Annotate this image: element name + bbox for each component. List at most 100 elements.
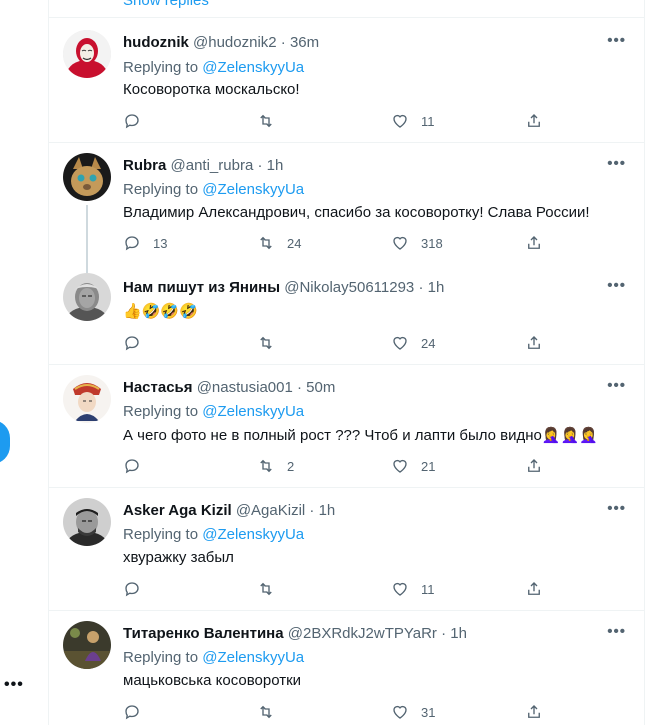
tweet-actions: 13 24 318 xyxy=(123,233,623,253)
tweet-actions: 11 xyxy=(123,111,623,131)
reply-button[interactable] xyxy=(123,702,153,722)
like-icon xyxy=(393,582,407,596)
timestamp[interactable]: 36m xyxy=(290,34,319,51)
replying-to: Replying to @ZelenskyyUa xyxy=(123,59,304,76)
timestamp[interactable]: 1h xyxy=(450,625,467,642)
more-icon[interactable]: ••• xyxy=(607,377,626,394)
reply-button[interactable] xyxy=(123,333,153,353)
timestamp[interactable]: 50m xyxy=(306,379,335,396)
dot-separator: · xyxy=(297,379,302,396)
avatar[interactable] xyxy=(63,273,111,321)
like-count: 31 xyxy=(421,704,436,720)
like-count: 24 xyxy=(421,335,436,351)
author-name[interactable]: hudoznik xyxy=(123,34,189,51)
more-icon[interactable]: ••• xyxy=(607,32,626,49)
retweet-icon xyxy=(260,582,272,596)
dot-separator: · xyxy=(257,157,263,174)
reply-icon xyxy=(125,459,139,474)
tweet-asker[interactable]: Asker Aga Kizil @AgaKizil · 1h ••• Reply… xyxy=(49,488,644,610)
tweet-actions: 31 xyxy=(123,702,623,722)
more-icon[interactable]: ••• xyxy=(607,155,626,172)
tweet-text: Владимир Александрович, спасибо за косов… xyxy=(123,204,590,221)
retweet-button[interactable]: 2 xyxy=(257,456,294,476)
author-name[interactable]: Титаренко Валентина xyxy=(123,625,284,642)
tweet-nam-pishut[interactable]: Нам пишут из Янины @Nikolay50611293 · 1h… xyxy=(49,265,644,365)
tweet-hudoznik[interactable]: hudoznik @hudoznik2 · 36m ••• Replying t… xyxy=(49,18,644,143)
author-name[interactable]: Нам пишут из Янины xyxy=(123,279,280,296)
reply-button[interactable] xyxy=(123,579,153,599)
share-icon xyxy=(528,114,540,127)
author-name[interactable]: Настасья xyxy=(123,379,193,396)
author-name[interactable]: Rubra xyxy=(123,157,166,174)
more-icon[interactable]: ••• xyxy=(607,500,626,517)
avatar[interactable] xyxy=(63,375,111,423)
share-button[interactable] xyxy=(525,456,543,476)
reply-button[interactable] xyxy=(123,456,153,476)
like-count: 11 xyxy=(421,113,435,129)
retweet-icon xyxy=(260,114,272,128)
author-handle[interactable]: @2BXRdkJ2wTPYaRr xyxy=(288,625,437,642)
like-button[interactable]: 24 xyxy=(391,333,435,353)
like-button[interactable]: 11 xyxy=(391,111,435,131)
author-handle[interactable]: @anti_rubra xyxy=(171,157,254,174)
tweet-nastasya[interactable]: Настасья @nastusia001 · 50m ••• Replying… xyxy=(49,365,644,487)
share-button[interactable] xyxy=(525,579,543,599)
share-button[interactable] xyxy=(525,702,543,722)
author-handle[interactable]: @hudoznik2 xyxy=(193,34,277,51)
like-button[interactable]: 318 xyxy=(391,233,443,253)
tweet-titarenko[interactable]: Титаренко Валентина @2BXRdkJ2wTPYaRr · 1… xyxy=(49,611,644,725)
avatar[interactable] xyxy=(63,498,111,546)
share-button[interactable] xyxy=(525,333,543,353)
more-icon[interactable]: ••• xyxy=(4,676,24,694)
avatar[interactable] xyxy=(63,30,111,78)
retweet-button[interactable] xyxy=(257,579,287,599)
replying-to-label: Replying to xyxy=(123,59,199,76)
like-button[interactable]: 21 xyxy=(391,456,435,476)
retweet-count: 24 xyxy=(287,235,302,251)
share-button[interactable] xyxy=(525,233,543,253)
replying-to-handle[interactable]: @ZelenskyyUa xyxy=(202,403,304,420)
reply-button[interactable] xyxy=(123,111,153,131)
retweet-button[interactable] xyxy=(257,111,287,131)
more-icon[interactable]: ••• xyxy=(607,623,626,640)
retweet-button[interactable]: 24 xyxy=(257,233,301,253)
timestamp[interactable]: 1h xyxy=(267,157,284,174)
author-handle[interactable]: @AgaKizil xyxy=(236,502,305,519)
tweet-actions: 11 xyxy=(123,579,623,599)
avatar[interactable] xyxy=(63,621,111,669)
timestamp[interactable]: 1h xyxy=(319,502,336,519)
thread-connector xyxy=(86,205,88,273)
replying-to-label: Replying to xyxy=(123,526,199,543)
tweet-text: мацьковська косоворотки xyxy=(123,672,302,689)
timestamp[interactable]: 1h xyxy=(428,279,445,296)
reply-timeline: Show replies hudoznik @hudoznik2 · 36m •… xyxy=(48,0,645,725)
share-icon xyxy=(528,705,540,718)
more-icon[interactable]: ••• xyxy=(607,277,626,294)
replying-to-handle[interactable]: @ZelenskyyUa xyxy=(202,181,304,198)
replying-to-handle[interactable]: @ZelenskyyUa xyxy=(202,526,304,543)
share-button[interactable] xyxy=(525,111,543,131)
replying-to: Replying to @ZelenskyyUa xyxy=(123,181,304,198)
replying-to-handle[interactable]: @ZelenskyyUa xyxy=(202,59,304,76)
dot-separator: · xyxy=(418,279,424,296)
show-replies-link[interactable]: Show replies xyxy=(123,0,209,9)
like-button[interactable]: 31 xyxy=(391,702,435,722)
retweet-button[interactable] xyxy=(257,702,287,722)
avatar[interactable] xyxy=(63,153,111,201)
like-icon xyxy=(393,336,407,350)
author-handle[interactable]: @nastusia001 xyxy=(197,379,293,396)
like-icon xyxy=(393,114,407,128)
replying-to-handle[interactable]: @ZelenskyyUa xyxy=(202,649,304,666)
reply-button[interactable]: 13 xyxy=(123,233,167,253)
compose-tweet-button[interactable] xyxy=(0,420,10,464)
dot-separator: · xyxy=(309,502,315,519)
tweet-rubra[interactable]: Rubra @anti_rubra · 1h ••• Replying to @… xyxy=(49,143,644,273)
author-name[interactable]: Asker Aga Kizil xyxy=(123,502,232,519)
like-count: 318 xyxy=(421,235,443,251)
author-handle[interactable]: @Nikolay50611293 xyxy=(284,279,414,296)
reply-icon xyxy=(125,582,139,597)
like-button[interactable]: 11 xyxy=(391,579,435,599)
retweet-button[interactable] xyxy=(257,333,287,353)
like-icon xyxy=(393,705,407,719)
like-icon xyxy=(393,236,407,250)
